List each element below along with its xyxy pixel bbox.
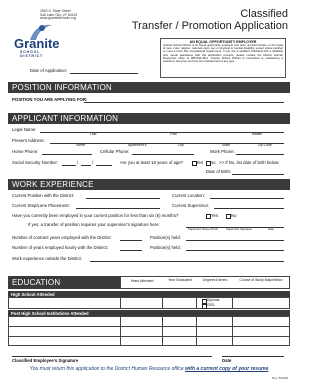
date-of-application-field[interactable] [70, 73, 138, 74]
name-sub-middle: Middle [252, 132, 262, 136]
post-high-row-lines [8, 316, 290, 346]
age-tail-note: >> If No, list date of birth below: [219, 160, 280, 165]
logo-text: Granite [14, 36, 60, 51]
positions-held-field-1[interactable] [186, 240, 284, 241]
name-sub-first: First [170, 132, 177, 136]
current-step-field[interactable] [76, 208, 160, 209]
cell-phone-field[interactable] [132, 154, 194, 155]
present-address-field[interactable] [50, 143, 284, 144]
positions-held-field-2[interactable] [186, 250, 284, 251]
col-years-attended: Years Attended [130, 279, 154, 283]
dob-label: Date of Birth: [206, 169, 232, 174]
age-question: Are you at least 18 years of age? [120, 160, 184, 165]
dob-field[interactable] [232, 174, 284, 175]
current-step-label: Current Step/Lane Placement: [12, 203, 70, 208]
employed-yes-label: Yes [211, 213, 219, 218]
ssn-field-part2[interactable] [81, 165, 91, 166]
current-supervisor-field[interactable] [214, 208, 284, 209]
logo-subtext: SCHOOL DISTRICT [20, 50, 43, 58]
address-sub-apt: Apartment # [128, 143, 147, 147]
age-no-label: No [210, 160, 216, 165]
return-notice-plain: You must return this application to the … [29, 366, 185, 372]
sig-sub-signature: Supervisor Signature [226, 227, 253, 231]
contract-years-label: Number of contract years employed with t… [12, 235, 112, 240]
hourly-years-label: Number of years employed hourly with the… [12, 245, 109, 250]
date-of-application-label: Date of Application: [30, 68, 68, 73]
current-position-field[interactable] [86, 198, 160, 199]
district-logo: Granite SCHOOL DISTRICT [12, 22, 64, 58]
cell-phone-label: Cellular Phone: [100, 149, 130, 154]
employed-no-label: No [231, 213, 237, 218]
work-section-header: WORK EXPERIENCE [8, 179, 290, 190]
revision-note: Rev. 8/2009 [272, 376, 288, 380]
col-degrees-earned: Degrees Earned [202, 277, 228, 282]
address-sub-street: Street [76, 143, 86, 147]
employee-signature-label: Classified Employee's Signature [12, 358, 79, 363]
eeo-body: Granite School District is an equal oppo… [163, 43, 283, 64]
current-location-field[interactable] [210, 198, 284, 199]
address-sub-zip: Zip Code [258, 143, 272, 147]
home-phone-label: Home Phone: [12, 149, 39, 154]
legal-name-field[interactable] [40, 132, 284, 133]
district-address: 2500 S. State Street Salt Lake City, UT … [40, 9, 78, 21]
name-sub-last: Last [90, 132, 97, 136]
transfer-signature-question: If yes, a transfer of position requires … [28, 222, 160, 227]
legal-name-label: Legal Name: [12, 127, 37, 132]
current-location-label: Current Location: [172, 193, 205, 198]
current-supervisor-label: Current Supervisor: [172, 203, 210, 208]
ssn-label: Social Security Number: [12, 160, 59, 165]
col-course-of-study: Course of Study Major/Minor [239, 277, 283, 282]
ssn-field-part3[interactable] [96, 165, 112, 166]
title-line1: Classified [240, 8, 288, 20]
employee-signature-field[interactable] [12, 356, 212, 357]
form-title: Classified Transfer / Promotion Applicat… [132, 8, 288, 32]
sig-sub-date: Date [268, 227, 274, 231]
ssn-field-part1[interactable] [62, 165, 76, 166]
ssn-separator-2: / [92, 160, 94, 165]
signature-date-field[interactable] [222, 356, 284, 357]
ssn-separator-1: / [77, 160, 79, 165]
signature-date-label: Date [222, 358, 232, 363]
home-phone-field[interactable] [42, 154, 92, 155]
position-section-header: POSITION INFORMATION [8, 82, 290, 93]
outside-experience-label: Work experience outside the District: [12, 256, 82, 261]
employed-six-months-question: Have you currently been employed in your… [12, 213, 179, 218]
ged-label: GED [207, 303, 215, 307]
hourly-years-field[interactable] [120, 250, 142, 251]
return-notice: You must return this application to the … [0, 366, 298, 372]
age-yes-label: Yes [196, 160, 204, 165]
address-sub-state: State [222, 143, 230, 147]
eeo-box: AN EQUAL OPPORTUNITY EMPLOYER Granite Sc… [160, 38, 286, 78]
outside-experience-field[interactable] [90, 261, 284, 262]
positions-held-label-2: Position(s) held: [150, 245, 181, 250]
positions-held-label-1: Position(s) held: [150, 235, 181, 240]
title-line2: Transfer / Promotion Application [131, 20, 288, 33]
applicant-section-header: APPLICANT INFORMATION [8, 113, 290, 124]
col-year-graduated: Year Graduated [168, 277, 192, 282]
work-phone-label: Work Phone: [210, 149, 235, 154]
address-sub-city: City [178, 143, 184, 147]
sig-sub-name: Supervisor Name (Print) [188, 227, 218, 231]
education-column-headers: Years Attended Year Graduated Degrees Ea… [120, 276, 290, 289]
current-position-label: Current Position with the District: [12, 193, 75, 198]
position-applying-field[interactable] [84, 102, 284, 103]
contract-years-field[interactable] [120, 240, 142, 241]
position-applying-label: POSITION YOU ARE APPLYING FOR: [12, 97, 88, 102]
present-address-label: Present Address: [12, 138, 45, 143]
work-phone-field[interactable] [236, 154, 284, 155]
return-notice-bold: with a current copy of your resume [185, 366, 269, 372]
